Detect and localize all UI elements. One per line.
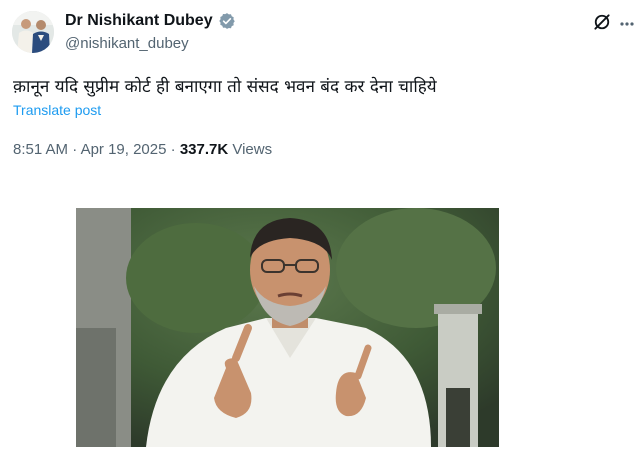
post-meta: 8:51 AM · Apr 19, 2025 · 337.7K Views <box>13 141 272 158</box>
meta-separator: · <box>72 141 78 158</box>
grok-icon[interactable] <box>592 12 612 32</box>
post-date[interactable]: Apr 19, 2025 <box>81 141 167 158</box>
post-time[interactable]: 8:51 AM <box>13 141 68 158</box>
views-label: Views <box>232 141 273 158</box>
author-handle[interactable]: @nishikant_dubey <box>65 35 189 52</box>
verified-badge-icon[interactable] <box>218 12 236 30</box>
views-count[interactable]: 337.7K <box>180 141 228 158</box>
post-image[interactable] <box>76 208 499 447</box>
post-text: क़ानून यदि सुप्रीम कोर्ट ही बनाएगा तो सं… <box>13 77 437 97</box>
post-photo-illustration <box>76 208 499 447</box>
author-display-name[interactable]: Dr Nishikant Dubey <box>65 12 213 30</box>
meta-separator: · <box>170 141 176 158</box>
translate-post-link[interactable]: Translate post <box>13 102 101 118</box>
avatar-photo <box>12 11 54 53</box>
author-name-row: Dr Nishikant Dubey <box>65 12 236 30</box>
author-avatar[interactable] <box>12 11 54 53</box>
more-options-icon[interactable] <box>620 22 634 26</box>
